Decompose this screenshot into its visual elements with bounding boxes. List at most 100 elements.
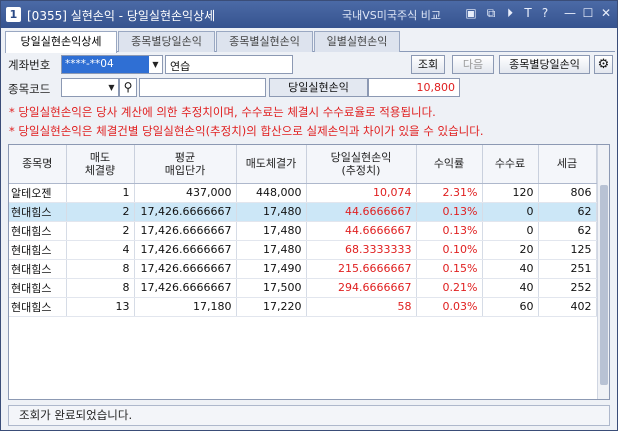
table-cell: 8 (66, 259, 135, 279)
table-cell: 현대힘스 (9, 259, 67, 279)
table-cell: 17,480 (236, 221, 307, 241)
stock-name-field (139, 78, 266, 97)
account-label: 계좌번호 (8, 58, 51, 72)
table-cell: 17,426.6666667 (134, 202, 237, 222)
table-cell: 68.3333333 (306, 240, 417, 260)
minimize-icon[interactable]: — (563, 6, 577, 21)
table-cell: 2 (66, 221, 135, 241)
tab-daily-realized-detail[interactable]: 당일실현손익상세 (5, 31, 117, 53)
chevron-down-icon[interactable]: ▼ (149, 56, 162, 73)
screen-icon[interactable]: ▣ (464, 6, 478, 21)
table-cell: 0.13% (416, 202, 483, 222)
table-cell: 17,426.6666667 (134, 240, 237, 260)
column-header[interactable]: 종목명 (9, 145, 67, 184)
main-window: 1 [0355] 실현손익 - 당일실현손익상세 국내VS미국주식 비교 ▣ ⧉… (0, 0, 618, 431)
column-header[interactable]: 매도체결가 (236, 145, 307, 184)
table-cell: 125 (538, 240, 597, 260)
table-cell: 10,074 (306, 183, 417, 203)
settings-gear-icon[interactable]: ⚙ (594, 55, 613, 74)
copy-window-icon[interactable]: ⧉ (484, 6, 498, 21)
window-number-badge: 1 (6, 7, 21, 22)
help-icon[interactable]: ? (538, 6, 552, 21)
table-cell: 20 (482, 240, 539, 260)
vertical-scrollbar[interactable] (597, 145, 609, 399)
table-cell: 17,480 (236, 202, 307, 222)
tab-daily-realized-pnl[interactable]: 일별실현손익 (314, 31, 400, 52)
table-row[interactable]: 현대힘스 8 17,426.6666667 17,500 294.6666667 0.21… (9, 278, 597, 298)
table-cell: 62 (538, 202, 597, 222)
column-header[interactable]: 세금 (538, 145, 597, 184)
search-icon[interactable]: ⚲ (119, 78, 137, 97)
column-header[interactable]: 수익률 (416, 145, 483, 184)
account-name-field: 연습 (165, 55, 293, 74)
table-cell: 40 (482, 278, 539, 298)
close-icon[interactable]: ✕ (599, 6, 613, 21)
table-cell: 17,220 (236, 297, 307, 317)
table-cell: 0.21% (416, 278, 483, 298)
table-cell: 251 (538, 259, 597, 279)
table-row[interactable]: 현대힘스 2 17,426.6666667 17,480 44.6666667 0.13%… (9, 202, 597, 222)
title-bar[interactable]: 1 [0355] 실현손익 - 당일실현손익상세 국내VS미국주식 비교 ▣ ⧉… (1, 1, 617, 28)
realized-pnl-value: 10,800 (368, 78, 460, 97)
table-cell: 294.6666667 (306, 278, 417, 298)
realized-pnl-label: 당일실현손익 (269, 78, 368, 97)
table-row[interactable]: 현대힘스 4 17,426.6666667 17,480 68.3333333 0.10%… (9, 240, 597, 260)
window-title: [0355] 실현손익 - 당일실현손익상세 (27, 9, 216, 23)
table-cell: 437,000 (134, 183, 237, 203)
table-cell: 0.10% (416, 240, 483, 260)
chevron-down-icon[interactable]: ▼ (105, 79, 118, 96)
account-name: 연습 (170, 60, 191, 73)
table-cell: 17,426.6666667 (134, 221, 237, 241)
table-body: 알테오젠 1 437,000 448,000 10,074 2.31% 120 806 현대힘스… (9, 183, 597, 317)
table-cell: 17,490 (236, 259, 307, 279)
table-cell: 806 (538, 183, 597, 203)
tab-daily-pnl-by-stock[interactable]: 종목별당일손익 (118, 31, 215, 52)
column-header[interactable]: 평균 매입단가 (134, 145, 237, 184)
table-cell: 현대힘스 (9, 221, 67, 241)
daily-pnl-by-stock-button[interactable]: 종목별당일손익 (499, 55, 590, 74)
pin-icon[interactable]: ⏵ (503, 6, 517, 21)
table-cell: 402 (538, 297, 597, 317)
column-header[interactable]: 수수료 (482, 145, 539, 184)
table-cell: 0.03% (416, 297, 483, 317)
account-value: ****-**04 (65, 58, 114, 70)
next-button[interactable]: 다음 (452, 55, 494, 74)
realized-pnl-table[interactable]: 종목명 매도 체결량 평균 매입단가 매도체결가 당일실현손익 (추정치) 수익률 수수료 세금 알… (8, 144, 610, 400)
table-cell: 현대힘스 (9, 297, 67, 317)
table-row[interactable]: 현대힘스 13 17,180 17,220 58 0.03% 60 402 (9, 297, 597, 317)
table-cell: 44.6666667 (306, 202, 417, 222)
table-row[interactable]: 현대힘스 8 17,426.6666667 17,490 215.6666667 0.15… (9, 259, 597, 279)
tab-realized-pnl-by-stock[interactable]: 종목별실현손익 (216, 31, 313, 52)
font-size-icon[interactable]: T (521, 6, 535, 21)
column-header[interactable]: 당일실현손익 (추정치) (306, 145, 417, 184)
stock-code-input[interactable]: ▼ (61, 78, 119, 97)
table-cell: 0.15% (416, 259, 483, 279)
table-cell: 60 (482, 297, 539, 317)
query-button[interactable]: 조회 (411, 55, 445, 74)
table-cell: 17,500 (236, 278, 307, 298)
table-cell: 알테오젠 (9, 183, 67, 203)
table-cell: 0.13% (416, 221, 483, 241)
table-header-row: 종목명 매도 체결량 평균 매입단가 매도체결가 당일실현손익 (추정치) 수익률 수수료 세금 (9, 145, 597, 184)
tab-bar: 당일실현손익상세 종목별당일손익 종목별실현손익 일별실현손익 (5, 31, 615, 53)
maximize-icon[interactable]: ☐ (581, 6, 595, 21)
table-cell: 8 (66, 278, 135, 298)
scrollbar-thumb[interactable] (600, 185, 608, 385)
table-cell: 현대힘스 (9, 278, 67, 298)
stock-code-label: 종목코드 (8, 82, 51, 96)
table-row[interactable]: 현대힘스 2 17,426.6666667 17,480 44.6666667 0.13%… (9, 221, 597, 241)
compare-link[interactable]: 국내VS미국주식 비교 (342, 7, 441, 23)
table-cell: 44.6666667 (306, 221, 417, 241)
table-cell: 0 (482, 202, 539, 222)
table-cell: 0 (482, 221, 539, 241)
table-cell: 17,180 (134, 297, 237, 317)
table-cell: 17,426.6666667 (134, 259, 237, 279)
table-cell: 17,426.6666667 (134, 278, 237, 298)
table-cell: 62 (538, 221, 597, 241)
notice-line-1: * 당일실현손익은 당사 계산에 의한 추정치이며, 수수료는 체결시 수수료율… (9, 105, 436, 119)
table-cell: 현대힘스 (9, 202, 67, 222)
table-cell: 1 (66, 183, 135, 203)
table-row[interactable]: 알테오젠 1 437,000 448,000 10,074 2.31% 120 806 (9, 183, 597, 203)
column-header[interactable]: 매도 체결량 (66, 145, 135, 184)
account-select[interactable]: ****-**04 ▼ (61, 55, 163, 74)
